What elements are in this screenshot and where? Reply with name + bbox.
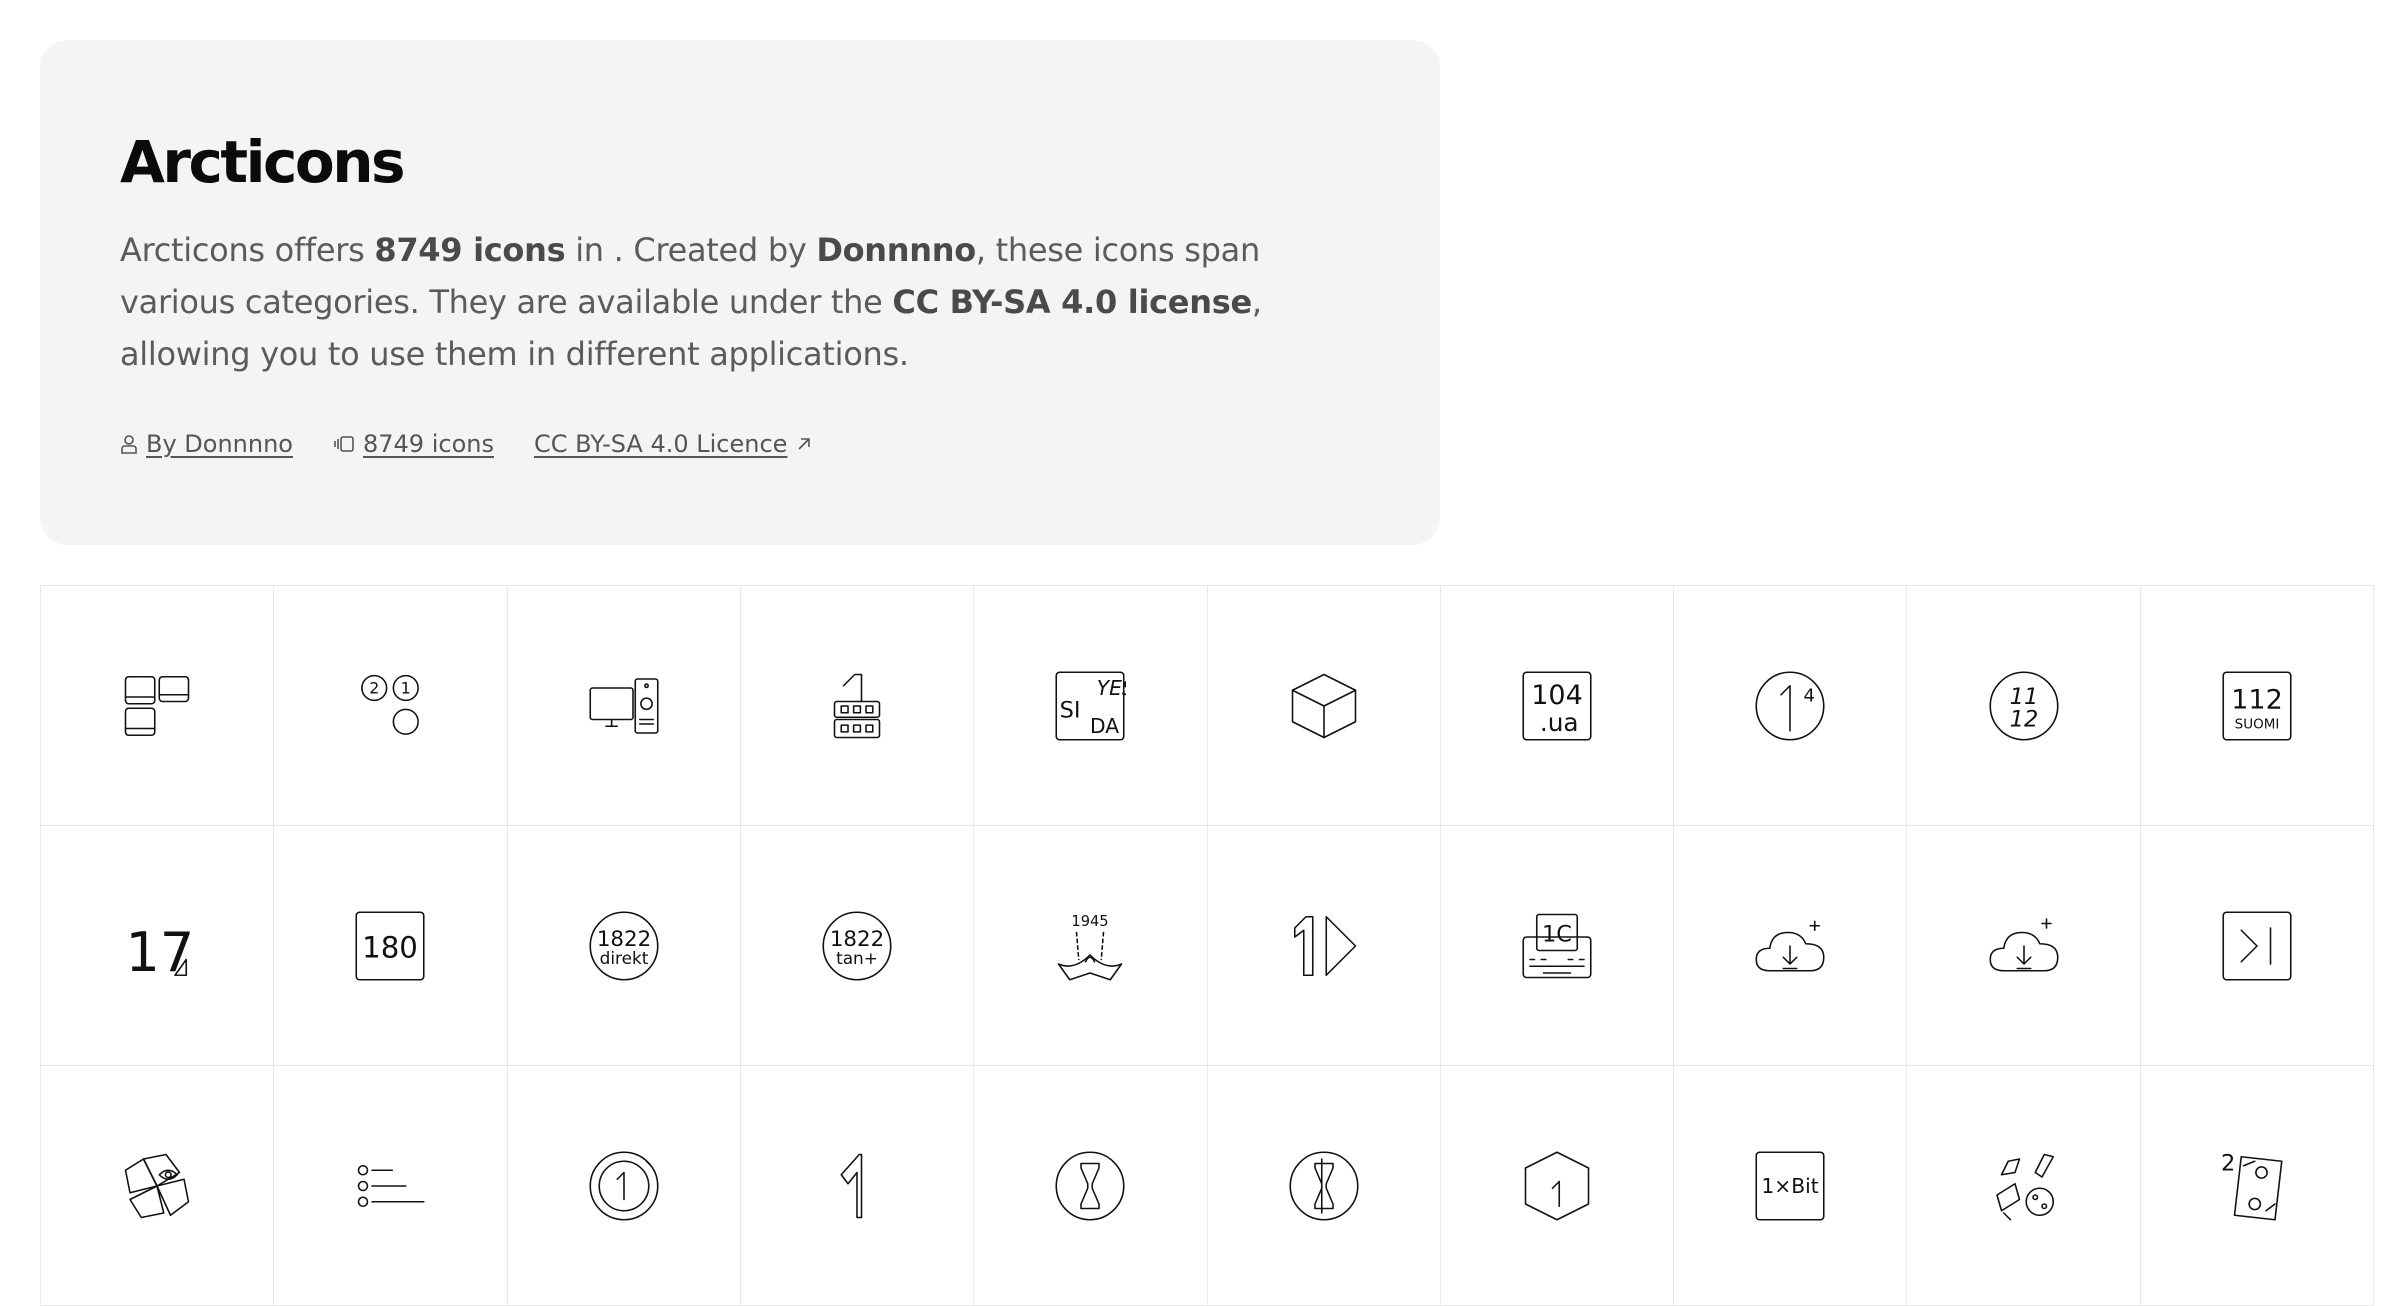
112-suomi-icon: 112SUOMI (2222, 670, 2292, 741)
1-play-icon (1293, 915, 1356, 976)
author-label: By Donnnno (146, 430, 293, 458)
hourglass-circle-alt-icon (1289, 1150, 1359, 1221)
svg-text:DA: DA (1090, 714, 1119, 738)
icon-cell[interactable]: 1822 direkt (507, 826, 741, 1066)
svg-text:.ua: .ua (1540, 707, 1579, 736)
icon-cell[interactable] (740, 1066, 975, 1306)
180-icon: 180 (355, 910, 425, 981)
1xbit-icon: 1×Bit (1755, 1150, 1825, 1221)
icon-cell[interactable]: 4 (1674, 586, 1908, 826)
21-circles-icon: 21 (361, 674, 420, 735)
icon-cell[interactable] (507, 1066, 741, 1306)
11-12-circle-icon: 1112 (1988, 670, 2059, 741)
104-ua-icon: 104.ua (1522, 670, 1592, 741)
cloud-download-plus-icon (1755, 919, 1825, 972)
icon-cell[interactable] (1907, 826, 2141, 1066)
icon-cell[interactable] (507, 586, 741, 826)
1c-keyboard-icon: 1C (1522, 913, 1592, 978)
cloud-download-plus-alt-icon (1988, 917, 2059, 972)
icon-cell[interactable] (1207, 1066, 1441, 1306)
author-link[interactable]: By Donnnno (120, 430, 293, 458)
icon-cell[interactable] (974, 1066, 1208, 1306)
collection-card: Arcticons Arcticons offers 8749 icons in… (40, 40, 1440, 545)
icon-cell[interactable]: 17 (41, 826, 275, 1066)
skip-end-icon (2222, 910, 2292, 981)
icon-cell[interactable]: 1C (1440, 826, 1675, 1066)
license-label: CC BY-SA 4.0 Licence (533, 430, 788, 458)
icon-cell[interactable] (2140, 826, 2374, 1066)
svg-text:1C: 1C (1542, 921, 1572, 947)
icon-cell[interactable]: 1822 tan+ (740, 826, 975, 1066)
1-ring-icon (589, 1150, 659, 1221)
hourglass-circle-icon (1055, 1150, 1125, 1221)
svg-text:1945: 1945 (1072, 912, 1109, 929)
1822-direkt-icon: 1822direkt (589, 910, 659, 981)
svg-text:12: 12 (2009, 706, 2038, 732)
desc-license: CC BY-SA 4.0 license (892, 283, 1252, 321)
icon-cell[interactable]: 21 (274, 586, 508, 826)
cube-icon (1291, 673, 1356, 738)
page-title: Arcticons (120, 128, 406, 196)
icon-cell[interactable] (1440, 1066, 1675, 1306)
icon-text: 1 (401, 678, 411, 697)
hexagon-1-icon (1524, 1150, 1590, 1221)
icon-cell[interactable]: YES SI DA (974, 586, 1208, 826)
svg-text:180: 180 (363, 930, 419, 964)
desc-author: Donnnno (816, 231, 976, 269)
rocket-planet-icon (1995, 1153, 2054, 1221)
icon-cell[interactable] (1207, 586, 1441, 826)
icon-cell[interactable] (1674, 826, 1908, 1066)
1-film-icon (833, 673, 881, 738)
yes-si-da-icon: YES SI DA (1055, 670, 1126, 741)
icon-cell[interactable] (1207, 826, 1441, 1066)
user-icon (121, 435, 137, 454)
icon-cell[interactable] (274, 1066, 508, 1306)
svg-text:1×Bit: 1×Bit (1762, 1173, 1819, 1197)
svg-text:17: 17 (126, 920, 194, 981)
1-4-circle-icon: 4 (1755, 670, 1825, 741)
icon-cell[interactable]: 180 (274, 826, 508, 1066)
bullet-list-icon (358, 1164, 425, 1207)
icon-cell[interactable]: 1945 (974, 826, 1208, 1066)
svg-text:2: 2 (2221, 1150, 2235, 1176)
pinwheel-eye-icon (124, 1153, 190, 1218)
svg-text:4: 4 (1804, 685, 1815, 706)
2-phone-icon: 2 (2221, 1150, 2283, 1221)
desc-text: in . Created by (565, 231, 817, 269)
icon-cell[interactable] (41, 586, 275, 826)
collection-meta: By Donnnno 8749 icons CC BY-SA 4.0 Licen… (120, 430, 813, 458)
external-arrow-icon (798, 438, 811, 450)
svg-text:104: 104 (1531, 679, 1583, 710)
1-pc-tower-icon (589, 677, 659, 734)
icon-cell[interactable]: 11 12 (1907, 586, 2141, 826)
collection-description: Arcticons offers 8749 icons in . Created… (120, 224, 1360, 380)
icon-cell[interactable]: 112 SUOMI (2140, 586, 2374, 826)
1945-icon: 1945 (1058, 912, 1123, 981)
icon-count-label: 8749 icons (363, 430, 494, 458)
icon-cell[interactable]: 104 .ua (1440, 586, 1675, 826)
svg-text:SI: SI (1060, 697, 1081, 723)
svg-text:direkt: direkt (599, 948, 648, 968)
icon-cell[interactable] (1907, 1066, 2141, 1306)
svg-text:tan+: tan+ (836, 948, 878, 968)
icon-cell[interactable]: 1×Bit (1674, 1066, 1908, 1306)
1-tiles-icon (124, 675, 190, 736)
icons-stack-icon (334, 436, 354, 452)
svg-text:YES: YES (1097, 675, 1126, 699)
icon-cell[interactable] (41, 1066, 275, 1306)
icon-count-link[interactable]: 8749 icons (333, 430, 494, 458)
arrow-one-icon (840, 1153, 863, 1218)
svg-text:2: 2 (370, 678, 380, 697)
svg-text:112: 112 (2231, 684, 2283, 715)
17-icon: 17 (126, 920, 194, 981)
icon-grid: 21 YESSIDA 104.ua 4 1112 112SUOMI 17 180… (40, 585, 2374, 1306)
desc-icon-count: 8749 icons (374, 231, 566, 269)
svg-text:SUOMI: SUOMI (2234, 716, 2279, 732)
icon-cell[interactable] (740, 586, 975, 826)
icon-cell[interactable]: 2 (2140, 1066, 2374, 1306)
license-link[interactable]: CC BY-SA 4.0 Licence (534, 430, 813, 458)
1822-tanplus-icon: 1822tan+ (822, 910, 892, 981)
desc-text: Arcticons offers (120, 231, 375, 269)
